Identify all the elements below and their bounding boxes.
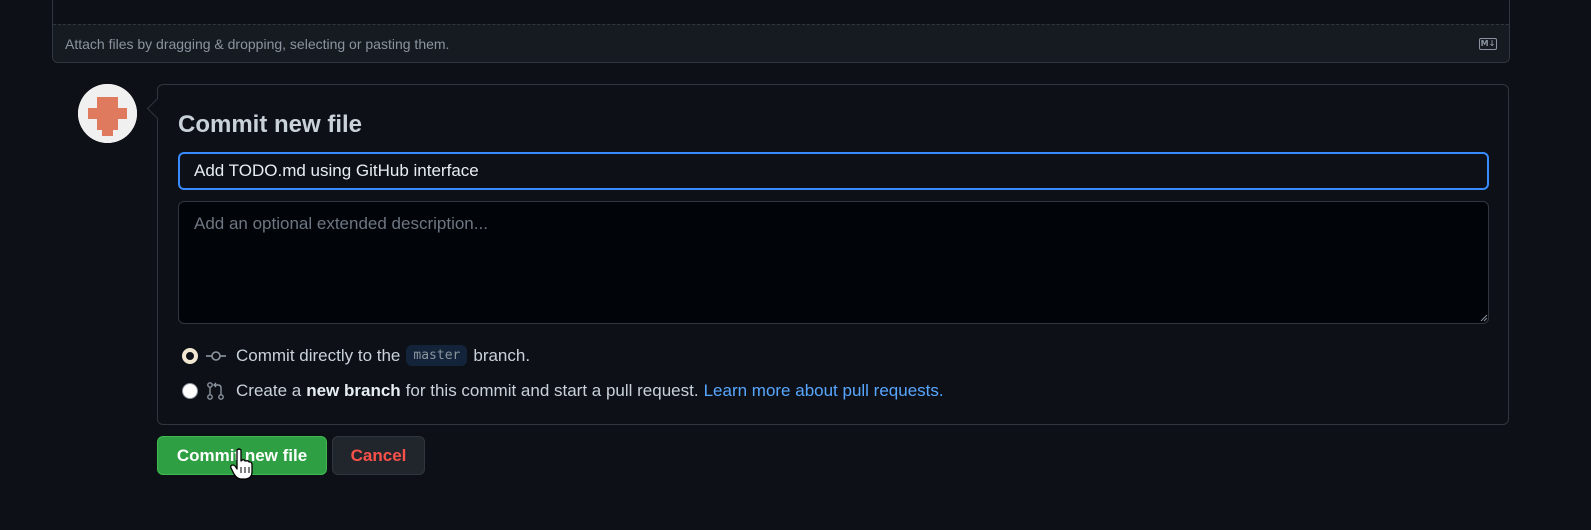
identicon-icon <box>78 84 137 143</box>
cancel-button[interactable]: Cancel <box>332 436 425 475</box>
commit-form: Commit new file Commit directly to the m… <box>157 84 1509 425</box>
new-branch-option[interactable]: Create a new branch for this commit and … <box>182 381 944 401</box>
commit-new-file-button[interactable]: Commit new file <box>157 436 327 475</box>
git-pull-request-icon <box>207 382 224 400</box>
markdown-icon[interactable]: M↓ <box>1479 37 1497 50</box>
new-branch-text-after: for this commit and start a pull request… <box>405 381 699 400</box>
commit-direct-option[interactable]: Commit directly to the master branch. <box>182 345 530 366</box>
commit-page: Attach files by dragging & dropping, sel… <box>0 0 1591 530</box>
commit-direct-text-after: branch. <box>473 345 531 365</box>
commit-summary-input[interactable] <box>178 152 1489 190</box>
git-commit-icon <box>206 350 226 361</box>
new-branch-radio[interactable] <box>182 383 198 399</box>
commit-direct-radio[interactable] <box>182 347 198 364</box>
avatar[interactable] <box>78 84 137 143</box>
file-editor: Attach files by dragging & dropping, sel… <box>52 0 1510 63</box>
attach-files-text: Attach files by dragging & dropping, sel… <box>65 35 450 52</box>
learn-more-pull-requests-link[interactable]: Learn more about pull requests. <box>704 381 944 401</box>
new-branch-bold: new branch <box>306 381 401 400</box>
commit-description-textarea[interactable] <box>178 201 1489 324</box>
new-branch-text: Create a <box>236 381 302 400</box>
branch-name-badge: master <box>406 345 468 366</box>
attach-files-bar[interactable]: Attach files by dragging & dropping, sel… <box>53 24 1509 62</box>
resize-grip-icon[interactable] <box>1480 314 1488 322</box>
commit-direct-text: Commit directly to the <box>236 345 401 365</box>
commit-form-title: Commit new file <box>178 111 363 138</box>
